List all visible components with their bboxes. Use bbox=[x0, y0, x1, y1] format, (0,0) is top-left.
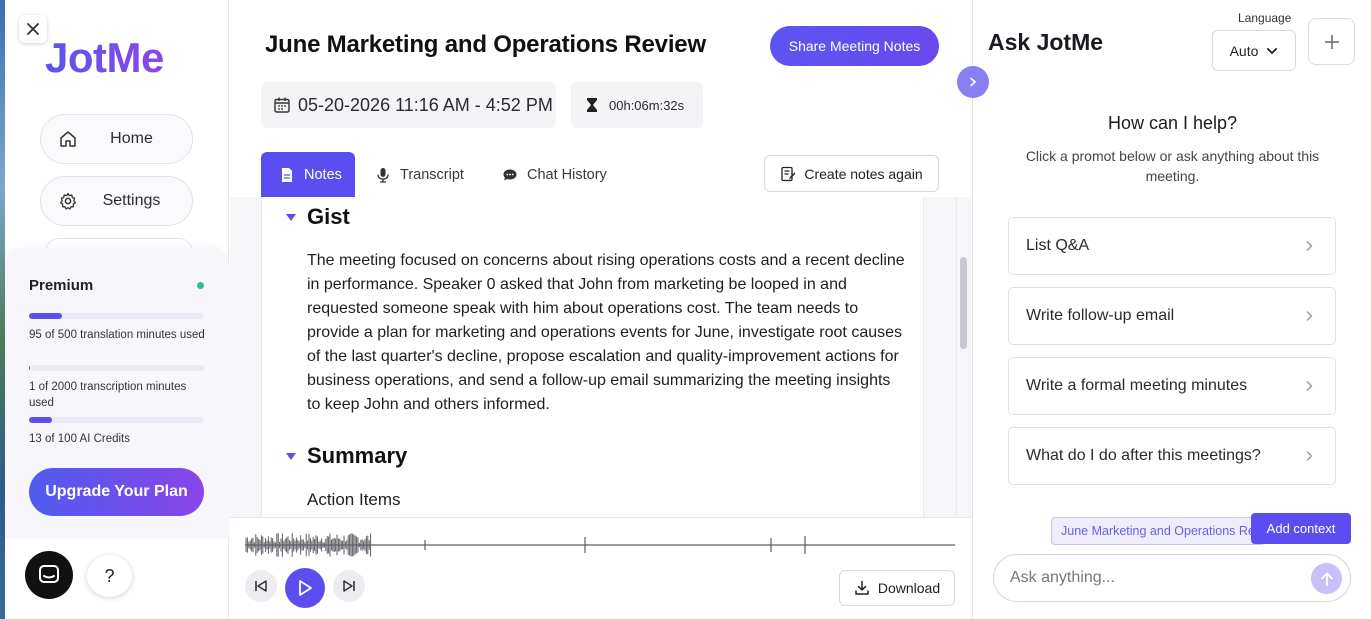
prompt-label: Write follow-up email bbox=[1026, 307, 1175, 324]
close-button[interactable] bbox=[19, 15, 47, 43]
language-label: Language bbox=[1238, 11, 1292, 25]
tab-notes-label: Notes bbox=[304, 166, 342, 183]
ask-jotme-panel: Ask JotMe Language Auto How can I help? … bbox=[972, 0, 1371, 619]
caret-down-icon bbox=[286, 213, 296, 221]
microphone-icon bbox=[377, 167, 389, 183]
chevron-right-icon bbox=[1306, 241, 1313, 251]
chevron-down-icon bbox=[1267, 47, 1278, 54]
language-select[interactable]: Auto bbox=[1212, 30, 1296, 71]
chevron-right-icon bbox=[1306, 381, 1313, 391]
download-button[interactable]: Download bbox=[839, 570, 955, 606]
skip-forward-icon bbox=[343, 580, 355, 592]
translation-usage-fill bbox=[29, 313, 63, 319]
audio-player: Download bbox=[230, 517, 972, 619]
transcription-usage-bar bbox=[29, 365, 204, 371]
upgrade-plan-button[interactable]: Upgrade Your Plan bbox=[29, 468, 204, 516]
summary-title: Summary bbox=[307, 443, 408, 468]
chat-bubble-icon bbox=[503, 169, 517, 180]
ai-credits-text: 13 of 100 AI Credits bbox=[29, 433, 131, 445]
prompt-follow-up-email[interactable]: Write follow-up email bbox=[1008, 287, 1336, 345]
datetime-text: 05-20-2026 11:16 AM - 4:52 PM bbox=[298, 94, 553, 115]
hourglass-icon bbox=[587, 98, 597, 112]
new-chat-button[interactable] bbox=[1308, 18, 1355, 65]
send-button[interactable] bbox=[1311, 563, 1342, 594]
play-button[interactable] bbox=[285, 568, 325, 608]
download-icon bbox=[855, 580, 869, 595]
ask-input[interactable] bbox=[993, 554, 1351, 602]
home-button[interactable]: Home bbox=[40, 114, 193, 164]
premium-plan-card: Premium 95 of 500 translation minutes us… bbox=[5, 248, 229, 538]
collapse-panel-button[interactable] bbox=[957, 66, 989, 98]
translation-usage-bar bbox=[29, 313, 204, 319]
settings-button[interactable]: Settings bbox=[40, 176, 193, 226]
ask-jotme-title: Ask JotMe bbox=[988, 29, 1104, 55]
chat-launcher-icon bbox=[39, 565, 59, 583]
prompt-label: List Q&A bbox=[1026, 237, 1090, 254]
ai-credits-fill bbox=[29, 417, 52, 423]
meeting-datetime: 05-20-2026 11:16 AM - 4:52 PM bbox=[261, 82, 556, 128]
prompt-label: What do I do after this meetings? bbox=[1026, 447, 1261, 464]
tab-transcript[interactable]: Transcript bbox=[375, 152, 464, 197]
summary-section-header[interactable]: Summary bbox=[286, 443, 407, 469]
tab-transcript-label: Transcript bbox=[400, 166, 464, 183]
meeting-duration: 00h:06m:32s bbox=[571, 82, 703, 128]
prompt-label: Write a formal meeting minutes bbox=[1026, 377, 1248, 394]
prompt-meeting-minutes[interactable]: Write a formal meeting minutes bbox=[1008, 357, 1336, 415]
translation-usage-text: 95 of 500 translation minutes used bbox=[29, 329, 205, 341]
prompt-list-qa[interactable]: List Q&A bbox=[1008, 217, 1336, 275]
main-content: June Marketing and Operations Review Sha… bbox=[230, 0, 972, 619]
jotme-logo: JotMe bbox=[45, 34, 164, 81]
document-icon bbox=[282, 167, 292, 182]
chevron-right-icon bbox=[1306, 311, 1313, 321]
meeting-header: June Marketing and Operations Review Sha… bbox=[230, 0, 972, 197]
context-chip[interactable]: June Marketing and Operations Review bbox=[1051, 517, 1265, 545]
calendar-icon bbox=[274, 97, 290, 113]
create-notes-again-button[interactable]: Create notes again bbox=[764, 155, 939, 192]
notes-scrollbar[interactable] bbox=[956, 197, 970, 517]
action-items-heading: Action Items bbox=[307, 490, 401, 509]
skip-forward-button[interactable] bbox=[333, 570, 365, 602]
settings-label: Settings bbox=[102, 192, 161, 209]
duration-text: 00h:06m:32s bbox=[609, 97, 685, 113]
share-meeting-notes-button[interactable]: Share Meeting Notes bbox=[770, 26, 939, 66]
gist-title: Gist bbox=[307, 204, 350, 229]
ai-credits-bar bbox=[29, 417, 204, 423]
plan-status-dot bbox=[197, 282, 204, 289]
add-context-button[interactable]: Add context bbox=[1251, 513, 1351, 544]
transcription-usage-fill bbox=[29, 365, 30, 371]
tab-notes[interactable]: Notes bbox=[261, 152, 355, 197]
audio-waveform[interactable] bbox=[245, 530, 957, 560]
plus-icon bbox=[1324, 34, 1339, 49]
skip-back-icon bbox=[255, 580, 267, 592]
help-button[interactable]: ? bbox=[87, 555, 132, 597]
support-chat-button[interactable] bbox=[25, 551, 73, 599]
gist-text: The meeting focused on concerns about ri… bbox=[307, 252, 905, 413]
plan-title: Premium bbox=[29, 277, 94, 294]
scrollbar-thumb[interactable] bbox=[960, 257, 967, 349]
home-label: Home bbox=[110, 130, 153, 147]
play-icon bbox=[299, 580, 312, 596]
meeting-title: June Marketing and Operations Review bbox=[265, 31, 706, 58]
chevron-right-icon bbox=[1306, 451, 1313, 461]
notes-content: Gist The meeting focused on concerns abo… bbox=[261, 197, 924, 517]
prompt-next-steps[interactable]: What do I do after this meetings? bbox=[1008, 427, 1336, 485]
caret-down-icon bbox=[286, 452, 296, 460]
close-icon bbox=[27, 23, 39, 35]
skip-back-button[interactable] bbox=[245, 570, 277, 602]
arrow-up-icon bbox=[1320, 572, 1333, 586]
gist-section-header[interactable]: Gist bbox=[286, 204, 350, 230]
chevron-right-icon bbox=[970, 77, 976, 87]
create-notes-label: Create notes again bbox=[804, 165, 923, 182]
tab-chat-history[interactable]: Chat History bbox=[502, 152, 607, 197]
help-title: How can I help? bbox=[1107, 113, 1238, 133]
tab-chat-history-label: Chat History bbox=[527, 166, 607, 183]
help-subtitle: Click a promot below or ask anything abo… bbox=[1025, 148, 1320, 184]
download-label: Download bbox=[877, 580, 941, 596]
transcription-usage-text: 1 of 2000 transcription minutes used bbox=[29, 381, 187, 409]
language-value: Auto bbox=[1229, 42, 1259, 59]
edit-notes-icon bbox=[781, 166, 796, 181]
